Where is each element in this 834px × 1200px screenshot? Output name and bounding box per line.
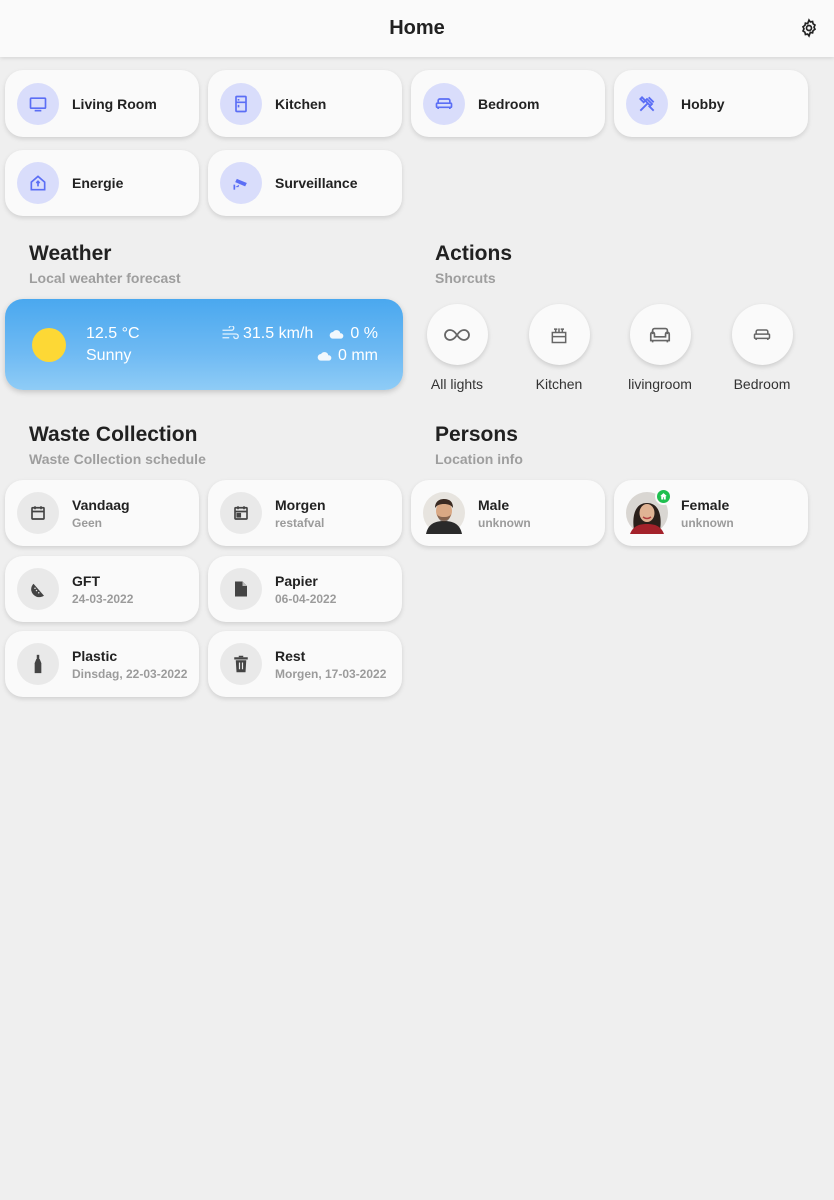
calendar-today-icon xyxy=(220,492,262,534)
sofa-icon[interactable] xyxy=(629,304,691,365)
waste-card-papier[interactable]: Papier 06-04-2022 xyxy=(208,556,402,622)
waste-value: Morgen, 17-03-2022 xyxy=(275,666,387,681)
shortcut-livingroom[interactable]: livingroom xyxy=(620,304,700,392)
persons-section-header: Persons Location info xyxy=(435,423,523,467)
section-subtitle: Shorcuts xyxy=(435,270,496,286)
shortcut-label: Kitchen xyxy=(535,376,583,392)
shortcut-all-lights[interactable]: All lights xyxy=(417,304,497,392)
section-title: Weather xyxy=(29,242,112,265)
section-subtitle: Waste Collection schedule xyxy=(29,451,206,467)
waste-label: Papier xyxy=(275,572,318,589)
cctv-icon xyxy=(220,162,262,204)
weather-precipitation: 0 mm xyxy=(317,347,378,365)
shortcut-bedroom[interactable]: Bedroom xyxy=(722,304,802,392)
tv-icon xyxy=(17,82,59,125)
waste-value: restafval xyxy=(275,515,325,530)
fruit-watermelon-icon xyxy=(17,568,59,610)
infinity-icon[interactable] xyxy=(426,304,488,365)
avatar xyxy=(626,488,672,534)
cloud-icon xyxy=(330,330,344,339)
person-state: unknown xyxy=(478,515,531,530)
home-energy-icon xyxy=(17,162,59,204)
weather-humidity: 0 % xyxy=(329,325,378,343)
calendar-icon xyxy=(17,492,59,534)
person-card-female[interactable]: Female unknown xyxy=(614,480,808,546)
section-title: Actions xyxy=(435,242,513,265)
page-title: Home xyxy=(389,17,445,39)
precipitation-value: 0 mm xyxy=(338,347,378,364)
waste-label: GFT xyxy=(72,572,100,589)
room-label: Living Room xyxy=(72,95,157,112)
tools-icon xyxy=(626,82,668,125)
bed-icon xyxy=(423,82,465,125)
waste-value: Geen xyxy=(72,515,103,530)
waste-label: Morgen xyxy=(275,496,326,513)
section-subtitle: Local weahter forecast xyxy=(29,270,181,286)
waste-card-vandaag[interactable]: Vandaag Geen xyxy=(5,480,199,546)
section-subtitle: Location info xyxy=(435,451,523,467)
weather-temperature: 12.5 °C xyxy=(86,325,140,342)
room-card-living-room[interactable]: Living Room xyxy=(5,70,199,137)
room-card-kitchen[interactable]: Kitchen xyxy=(208,70,402,137)
room-label: Kitchen xyxy=(275,95,327,112)
waste-card-morgen[interactable]: Morgen restafval xyxy=(208,480,402,546)
room-card-surveillance[interactable]: Surveillance xyxy=(208,150,402,216)
person-name: Male xyxy=(478,496,510,513)
shortcut-label: livingroom xyxy=(628,376,692,392)
person-name: Female xyxy=(681,496,730,513)
gear-icon[interactable] xyxy=(798,17,820,39)
waste-value: 06-04-2022 xyxy=(275,591,337,606)
top-app-bar: Home xyxy=(0,0,834,57)
cloud-icon xyxy=(317,352,332,361)
shortcut-kitchen[interactable]: Kitchen xyxy=(519,304,599,392)
weather-card[interactable]: 12.5 °C Sunny 31.5 km/h 0 % 0 mm xyxy=(5,299,403,390)
avatar xyxy=(423,492,465,534)
room-card-energie[interactable]: Energie xyxy=(5,150,199,216)
sun-icon xyxy=(32,328,66,362)
shortcut-label: All lights xyxy=(430,376,484,392)
waste-label: Plastic xyxy=(72,647,118,664)
weather-wind: 31.5 km/h xyxy=(221,325,313,343)
section-title: Waste Collection xyxy=(29,423,198,446)
wind-value: 31.5 km/h xyxy=(243,325,314,342)
stove-icon[interactable] xyxy=(528,304,590,365)
shortcut-label: Bedroom xyxy=(733,376,791,392)
waste-card-rest[interactable]: Rest Morgen, 17-03-2022 xyxy=(208,631,402,697)
room-card-bedroom[interactable]: Bedroom xyxy=(411,70,605,137)
trash-can-icon xyxy=(220,643,262,685)
room-label: Energie xyxy=(72,175,124,191)
bed-icon[interactable] xyxy=(731,304,793,365)
waste-label: Rest xyxy=(275,647,306,664)
weather-section-header: Weather Local weahter forecast xyxy=(29,242,181,286)
room-label: Surveillance xyxy=(275,175,358,191)
section-title: Persons xyxy=(435,423,518,446)
actions-section-header: Actions Shorcuts xyxy=(435,242,512,286)
fridge-icon xyxy=(220,82,262,125)
home-badge-icon xyxy=(655,488,672,505)
person-card-male[interactable]: Male unknown xyxy=(411,480,605,546)
bottle-icon xyxy=(17,643,59,685)
wind-icon xyxy=(222,326,239,340)
waste-label: Vandaag xyxy=(72,496,130,513)
person-state: unknown xyxy=(681,515,734,530)
waste-value: Dinsdag, 22-03-2022 xyxy=(72,666,188,681)
humidity-value: 0 % xyxy=(350,325,378,342)
room-label: Hobby xyxy=(681,95,725,112)
waste-section-header: Waste Collection Waste Collection schedu… xyxy=(29,423,206,467)
room-label: Bedroom xyxy=(478,95,540,112)
waste-card-plastic[interactable]: Plastic Dinsdag, 22-03-2022 xyxy=(5,631,199,697)
waste-value: 24-03-2022 xyxy=(72,591,134,606)
weather-condition: Sunny xyxy=(86,347,132,364)
waste-card-gft[interactable]: GFT 24-03-2022 xyxy=(5,556,199,622)
room-card-hobby[interactable]: Hobby xyxy=(614,70,808,137)
file-icon xyxy=(220,568,262,610)
